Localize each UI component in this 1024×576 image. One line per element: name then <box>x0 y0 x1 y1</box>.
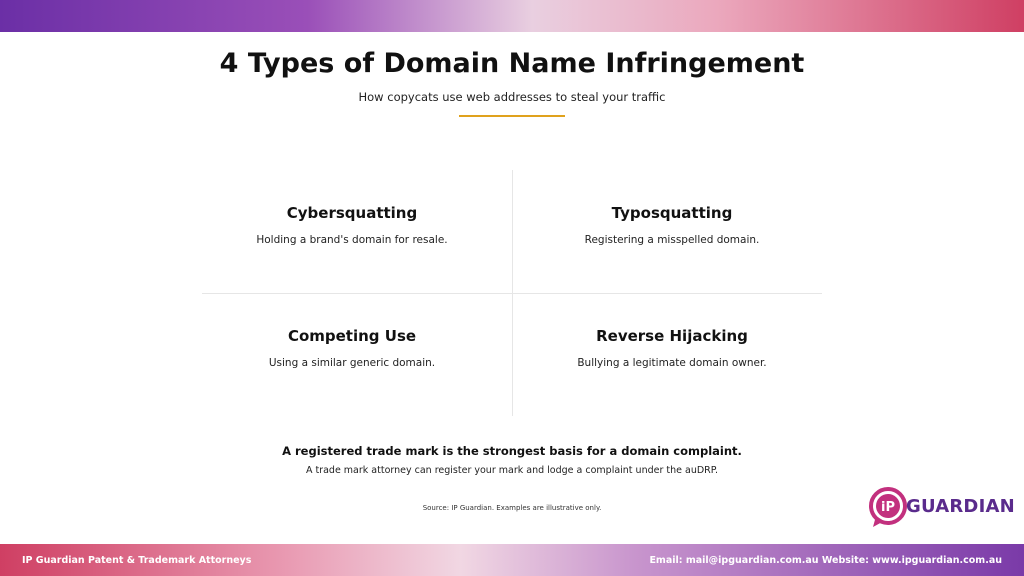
callout-text: A trade mark attorney can register your … <box>305 465 719 476</box>
grid-cell-reverse-hijacking: Reverse Hijacking Bullying a legitimate … <box>522 327 822 369</box>
cell-description: Bullying a legitimate domain owner. <box>577 357 767 369</box>
logo-wordmark: GUARDIAN <box>906 496 1015 517</box>
footer-company-name: IP Guardian Patent & Trademark Attorneys <box>22 555 252 566</box>
cell-description: Registering a misspelled domain. <box>584 234 760 246</box>
callout-title: A registered trade mark is the strongest… <box>282 444 742 458</box>
title-accent-rule <box>459 115 565 117</box>
logo-mark-text: iP <box>881 500 895 515</box>
ip-guardian-logo: iP GUARDIAN <box>868 486 1018 530</box>
page-title: 4 Types of Domain Name Infringement <box>219 48 805 79</box>
grid-cell-typosquatting: Typosquatting Registering a misspelled d… <box>522 204 822 246</box>
grid-cell-cybersquatting: Cybersquatting Holding a brand's domain … <box>202 204 502 246</box>
page-subtitle: How copycats use web addresses to steal … <box>358 90 666 104</box>
cell-title: Typosquatting <box>611 204 733 222</box>
grid-divider-horizontal <box>202 293 822 294</box>
footer-contact: Email: mail@ipguardian.com.au Website: w… <box>649 555 1002 566</box>
cell-title: Reverse Hijacking <box>596 327 748 345</box>
cell-description: Using a similar generic domain. <box>268 357 436 369</box>
top-gradient-band <box>0 0 1024 32</box>
cell-description: Holding a brand's domain for resale. <box>256 234 448 246</box>
footer-band: IP Guardian Patent & Trademark Attorneys… <box>0 544 1024 576</box>
grid-cell-competing-use: Competing Use Using a similar generic do… <box>202 327 502 369</box>
cell-title: Cybersquatting <box>286 204 418 222</box>
cell-title: Competing Use <box>287 327 417 345</box>
